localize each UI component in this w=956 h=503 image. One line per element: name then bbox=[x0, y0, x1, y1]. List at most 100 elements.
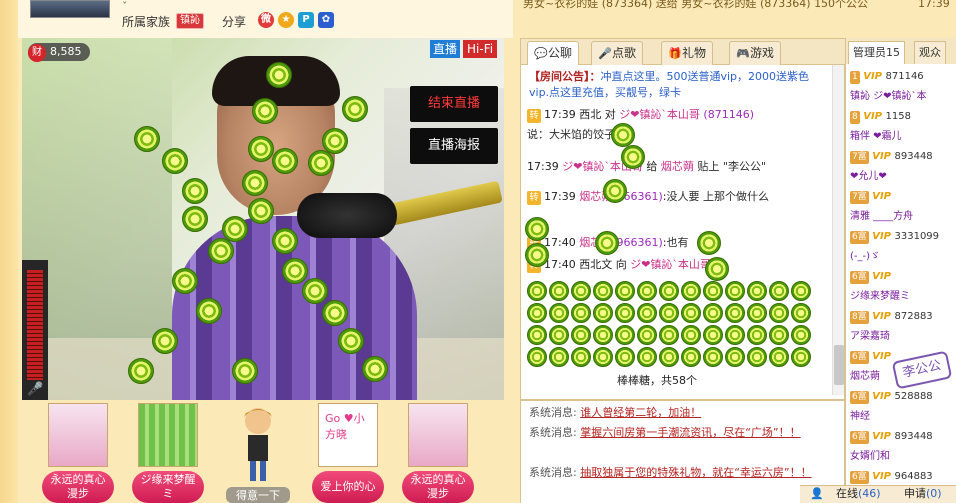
user-row[interactable]: 8 VIP 1158 bbox=[850, 108, 956, 125]
tab-song-request[interactable]: 🎤点歌 bbox=[591, 41, 644, 65]
lollipop-icon bbox=[703, 347, 723, 367]
chat-message: 17:39 ジ❤镇訫`本山哥 给 烟芯蒴 贴上 "李公公" bbox=[527, 160, 767, 173]
app-root: ˇ 所属家族 镇訫 分享 微 ★ P ✿ 财 8,585 直播 Hi-Fi 结束直… bbox=[0, 0, 956, 503]
gift-label: 得意一下 bbox=[226, 487, 290, 503]
system-message: 系统消息: 抽取独属于您的特殊礼物，就在“幸运六房”！！ bbox=[529, 466, 812, 479]
live-poster-button[interactable]: 直播海报 bbox=[410, 128, 498, 164]
hifi-tag[interactable]: Hi-Fi bbox=[463, 40, 498, 58]
live-video[interactable]: 财 8,585 直播 Hi-Fi 结束直播 直播海报 🎤 bbox=[22, 38, 504, 400]
system-message-link[interactable]: 抽取独属于您的特殊礼物，就在“幸运六房”！！ bbox=[580, 466, 811, 479]
chat-message: 转 17:39 西北 对 ジ❤镇訫`本山哥 (871146) bbox=[527, 107, 829, 123]
chat-message-list[interactable]: 【房间公告】：冲直点这里。500送普通vip，2000送紫色vip.点这里充值，… bbox=[521, 65, 831, 395]
gift-label: 永远的真心 漫步 bbox=[402, 471, 474, 503]
lollipop-icon bbox=[593, 303, 613, 323]
gift-card-1[interactable]: 永远的真心 漫步 bbox=[42, 403, 114, 503]
host-avatar[interactable] bbox=[30, 0, 110, 18]
user-row[interactable]: 6富 VIP 964883 bbox=[850, 468, 956, 485]
vip-badge: VIP bbox=[868, 231, 895, 242]
online-label[interactable]: 在线(46) bbox=[836, 486, 881, 502]
tab-admins[interactable]: 管理员15 bbox=[848, 41, 905, 64]
user-row[interactable]: 1 VIP 871146 bbox=[850, 68, 956, 85]
user-row[interactable]: 6富 VIP 3331099 bbox=[850, 228, 956, 245]
user-row[interactable]: 7富 VIP bbox=[850, 188, 956, 205]
user-row[interactable]: 女婿们和 bbox=[850, 448, 956, 465]
lollipop-icon bbox=[703, 325, 723, 345]
gift-card-3[interactable]: 得意一下 bbox=[222, 403, 294, 503]
star-icon[interactable]: ★ bbox=[278, 12, 294, 28]
user-row[interactable]: 镇訫 ジ❤镇訫`本 bbox=[850, 88, 956, 105]
live-tag: 直播 bbox=[430, 40, 461, 58]
lollipop-icon bbox=[182, 178, 208, 204]
chat-message: 转17:40 烟芯蒴(966361):也有 bbox=[527, 235, 829, 251]
family-badge[interactable]: 镇訫 bbox=[176, 13, 204, 29]
lollipop-icon bbox=[248, 198, 274, 224]
gift-card-5[interactable]: 永远的真心 漫步 bbox=[402, 403, 474, 503]
user-row[interactable]: ア梁嘉琦 bbox=[850, 328, 956, 345]
coin-badge: 财 8,585 bbox=[28, 43, 90, 62]
tab-games[interactable]: 🎮游戏 bbox=[729, 41, 782, 65]
volume-meter[interactable]: 🎤 bbox=[22, 260, 48, 400]
wealth-level-badge: 6富 bbox=[850, 391, 869, 404]
online-status-bar: 👤 在线(46) 申请(0) bbox=[800, 485, 956, 503]
system-message-link[interactable]: 谁人曾经第二轮，加油！ bbox=[580, 406, 701, 419]
user-row[interactable]: 箱伴 ❤霜儿 bbox=[850, 128, 956, 145]
user-id: 872883 bbox=[894, 311, 933, 322]
tab-gifts[interactable]: 🎁礼物 bbox=[661, 41, 714, 65]
vip-badge: VIP bbox=[868, 391, 895, 402]
lollipop-icon bbox=[621, 145, 645, 169]
lollipop-icon bbox=[659, 303, 679, 323]
chat-message: 说：大米馅的饺子吧 bbox=[527, 128, 626, 141]
lollipop-icon bbox=[527, 347, 547, 367]
forward-icon: 转 bbox=[527, 191, 541, 205]
user-row[interactable]: ジ缘来梦醒ミ bbox=[850, 288, 956, 305]
microphone-icon[interactable]: 🎤 bbox=[27, 382, 43, 398]
gift-icon: 🎁 bbox=[668, 47, 682, 60]
coin-count: 8,585 bbox=[50, 45, 82, 58]
lollipop-icon bbox=[747, 325, 767, 345]
lollipop-icon bbox=[791, 347, 811, 367]
p-icon[interactable]: P bbox=[298, 12, 314, 28]
lollipop-icon bbox=[615, 325, 635, 345]
gift-picture: Go ♥小方晓 bbox=[318, 403, 378, 467]
user-row[interactable]: 7富 VIP 893448 bbox=[850, 148, 956, 165]
user-row[interactable]: (-_-)ゞ bbox=[850, 248, 956, 265]
lollipop-icon bbox=[747, 303, 767, 323]
user-row[interactable]: 神经 bbox=[850, 408, 956, 425]
paw-icon[interactable]: ✿ bbox=[318, 12, 334, 28]
tab-public-chat[interactable]: 💬公聊 bbox=[527, 41, 580, 65]
lollipop-icon bbox=[595, 231, 619, 255]
lollipop-icon bbox=[527, 281, 547, 301]
chat-message: 转17:40 西北文 向 ジ❤镇訫`本山哥 送 bbox=[527, 257, 829, 273]
broadcast-marquee: 男女~衣衫的娃 (873364) 送给 男女~衣衫的娃 (873364) 150… bbox=[523, 0, 869, 10]
weibo-icon[interactable]: 微 bbox=[258, 12, 274, 28]
user-row[interactable]: 6富 VIP 893448 bbox=[850, 428, 956, 445]
gift-picture bbox=[138, 403, 198, 467]
vip-badge: VIP bbox=[868, 311, 895, 322]
lollipop-icon bbox=[525, 217, 549, 241]
chat-icon: 💬 bbox=[534, 47, 548, 60]
lollipop-icon bbox=[571, 281, 591, 301]
wealth-level-badge: 8富 bbox=[850, 311, 869, 324]
chat-scrollbar[interactable] bbox=[832, 65, 844, 395]
lollipop-icon bbox=[681, 347, 701, 367]
user-row[interactable]: 8富 VIP 872883 bbox=[850, 308, 956, 325]
chat-scroll-thumb[interactable] bbox=[834, 345, 844, 385]
end-live-button[interactable]: 结束直播 bbox=[410, 86, 498, 122]
gift-card-2[interactable]: ジ缘来梦醒 ミ bbox=[132, 403, 204, 503]
user-row[interactable]: 6富 VIP bbox=[850, 268, 956, 285]
apply-label[interactable]: 申请(0) bbox=[904, 486, 942, 502]
lollipop-icon bbox=[248, 136, 274, 162]
tab-audience[interactable]: 观众 bbox=[914, 41, 946, 64]
lollipop-icon bbox=[725, 325, 745, 345]
user-row[interactable]: 6富 VIP 528888 bbox=[850, 388, 956, 405]
user-row[interactable]: 清雅 ____方舟 bbox=[850, 208, 956, 225]
system-message-link[interactable]: 掌握六间房第一手潮流资讯，尽在“广场”！！ bbox=[580, 426, 800, 439]
user-row[interactable]: ❤允儿❤ bbox=[850, 168, 956, 185]
lollipop-icon bbox=[593, 325, 613, 345]
microphone bbox=[297, 193, 397, 238]
host-name: ˇ bbox=[122, 0, 128, 8]
room-broadcast-bar: 男女~衣衫的娃 (873364) 送给 男女~衣衫的娃 (873364) 150… bbox=[513, 0, 956, 38]
lollipop-icon bbox=[705, 257, 729, 281]
lollipop-icon bbox=[725, 347, 745, 367]
gift-card-4[interactable]: Go ♥小方晓 爱上你的心 bbox=[312, 403, 384, 503]
